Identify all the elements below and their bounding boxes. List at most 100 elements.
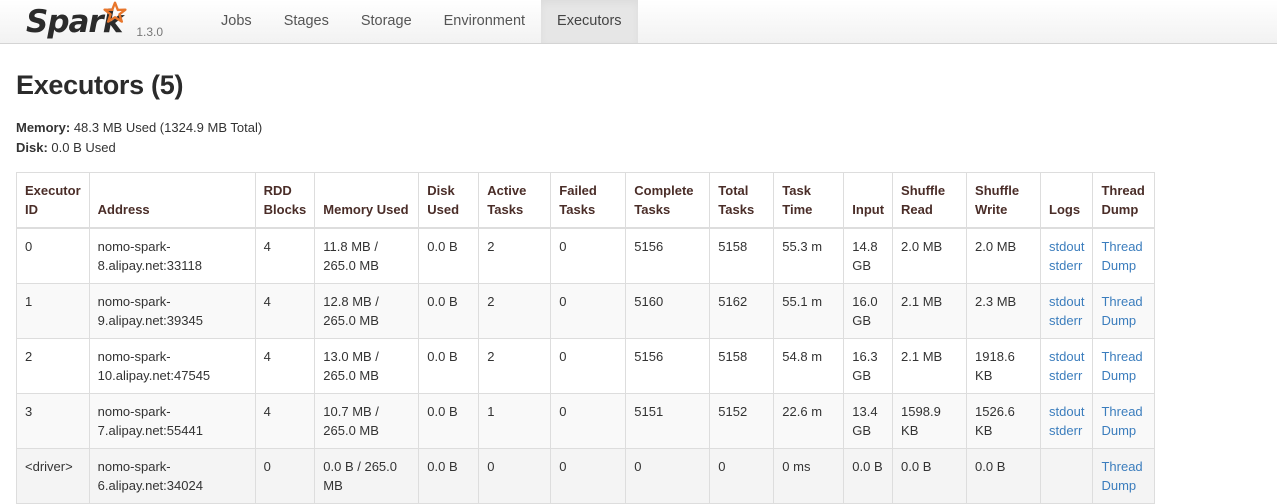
cell-total-tasks: 5158 [709, 338, 775, 394]
cell-failed-tasks: 0 [550, 227, 627, 284]
cell-executor-id: 3 [16, 393, 90, 449]
cell-memory-used: 11.8 MB / 265.0 MB [314, 227, 420, 284]
cell-input: 13.4 GB [843, 393, 894, 449]
cell-logs: stdout stderr [1040, 338, 1094, 394]
cell-disk-used: 0.0 B [418, 338, 480, 394]
log-link-stderr[interactable]: stderr [1049, 421, 1084, 440]
cell-memory-used: 10.7 MB / 265.0 MB [314, 393, 420, 449]
col-header-shuffle-write[interactable]: Shuffle Write [966, 172, 1042, 229]
table-row: 2 nomo-spark-10.alipay.net:47545 4 13.0 MB … [16, 338, 1156, 394]
col-header-total-tasks[interactable]: Total Tasks [709, 172, 775, 229]
cell-memory-used: 12.8 MB / 265.0 MB [314, 283, 420, 339]
col-header-complete-tasks[interactable]: Complete Tasks [625, 172, 711, 229]
page-title: Executors (5) [16, 70, 184, 100]
cell-complete-tasks: 0 [625, 448, 711, 504]
col-header-memory-used[interactable]: Memory Used [314, 172, 420, 229]
cell-rdd-blocks: 4 [254, 338, 316, 394]
cell-complete-tasks: 5156 [625, 338, 711, 394]
cell-thread-dump: Thread Dump [1092, 448, 1156, 504]
tab-jobs[interactable]: Jobs [205, 0, 268, 43]
cell-logs [1040, 448, 1094, 504]
log-link-stderr[interactable]: stderr [1049, 311, 1084, 330]
col-header-task-time[interactable]: Task Time [773, 172, 845, 229]
cell-shuffle-read: 2.0 MB [892, 227, 968, 284]
cell-rdd-blocks: 4 [254, 393, 316, 449]
cell-address: nomo-spark-7.alipay.net:55441 [88, 393, 256, 449]
cell-rdd-blocks: 4 [254, 283, 316, 339]
thread-dump-link[interactable]: Thread Dump [1101, 404, 1142, 438]
cell-shuffle-write: 2.0 MB [966, 227, 1042, 284]
thread-dump-link[interactable]: Thread Dump [1101, 239, 1142, 273]
executors-table: Executor ID Address RDD Blocks Memory Us… [16, 172, 1156, 504]
page-content: Executors (5) Memory: 48.3 MB Used (1324… [0, 70, 1277, 504]
memory-summary: Memory: 48.3 MB Used (1324.9 MB Total) [16, 118, 1261, 138]
cell-shuffle-write: 0.0 B [966, 448, 1042, 504]
cell-active-tasks: 1 [478, 393, 552, 449]
log-link-stderr[interactable]: stderr [1049, 256, 1084, 275]
thread-dump-link[interactable]: Thread Dump [1101, 349, 1142, 383]
cell-thread-dump: Thread Dump [1092, 283, 1156, 339]
log-link-stdout[interactable]: stdout [1049, 292, 1084, 311]
cell-address: nomo-spark-6.alipay.net:34024 [88, 448, 256, 504]
cell-active-tasks: 2 [478, 227, 552, 284]
tab-executors[interactable]: Executors [541, 0, 638, 43]
cell-rdd-blocks: 0 [254, 448, 316, 504]
cell-address: nomo-spark-9.alipay.net:39345 [88, 283, 256, 339]
cell-address: nomo-spark-8.alipay.net:33118 [88, 227, 256, 284]
table-header-row: Executor ID Address RDD Blocks Memory Us… [16, 172, 1156, 229]
cell-thread-dump: Thread Dump [1092, 338, 1156, 394]
cell-input: 0.0 B [843, 448, 894, 504]
thread-dump-link[interactable]: Thread Dump [1101, 459, 1142, 493]
table-head: Executor ID Address RDD Blocks Memory Us… [16, 172, 1156, 229]
cell-active-tasks: 2 [478, 338, 552, 394]
log-link-stderr[interactable]: stderr [1049, 366, 1084, 385]
cell-disk-used: 0.0 B [418, 448, 480, 504]
cell-disk-used: 0.0 B [418, 393, 480, 449]
col-header-failed-tasks[interactable]: Failed Tasks [550, 172, 627, 229]
col-header-thread-dump[interactable]: Thread Dump [1092, 172, 1156, 229]
cell-shuffle-write: 1918.6 KB [966, 338, 1042, 394]
tab-environment[interactable]: Environment [428, 0, 541, 43]
cell-thread-dump: Thread Dump [1092, 227, 1156, 284]
cell-executor-id: 1 [16, 283, 90, 339]
col-header-rdd-blocks[interactable]: RDD Blocks [254, 172, 316, 229]
cell-task-time: 0 ms [773, 448, 845, 504]
tab-storage[interactable]: Storage [345, 0, 428, 43]
col-header-logs[interactable]: Logs [1040, 172, 1094, 229]
cell-shuffle-read: 1598.9 KB [892, 393, 968, 449]
log-link-stdout[interactable]: stdout [1049, 347, 1084, 366]
cell-active-tasks: 0 [478, 448, 552, 504]
tab-stages[interactable]: Stages [268, 0, 345, 43]
cell-failed-tasks: 0 [550, 338, 627, 394]
cell-complete-tasks: 5160 [625, 283, 711, 339]
disk-summary: Disk: 0.0 B Used [16, 138, 1261, 158]
spark-logo: Spark [26, 0, 127, 43]
cell-input: 14.8 GB [843, 227, 894, 284]
cell-failed-tasks: 0 [550, 393, 627, 449]
col-header-shuffle-read[interactable]: Shuffle Read [892, 172, 968, 229]
col-header-active-tasks[interactable]: Active Tasks [478, 172, 552, 229]
cell-total-tasks: 5162 [709, 283, 775, 339]
cell-thread-dump: Thread Dump [1092, 393, 1156, 449]
col-header-executor-id[interactable]: Executor ID [16, 172, 90, 229]
cell-input: 16.0 GB [843, 283, 894, 339]
table-row: 3 nomo-spark-7.alipay.net:55441 4 10.7 MB /… [16, 393, 1156, 449]
cell-shuffle-write: 2.3 MB [966, 283, 1042, 339]
cell-executor-id: 2 [16, 338, 90, 394]
cell-shuffle-read: 2.1 MB [892, 283, 968, 339]
col-header-address[interactable]: Address [88, 172, 256, 229]
spark-logo-link[interactable]: Spark 1.3.0 [26, 0, 163, 43]
cell-logs: stdout stderr [1040, 393, 1094, 449]
cell-memory-used: 0.0 B / 265.0 MB [314, 448, 420, 504]
log-link-stdout[interactable]: stdout [1049, 237, 1084, 256]
col-header-disk-used[interactable]: Disk Used [418, 172, 480, 229]
cell-rdd-blocks: 4 [254, 227, 316, 284]
star-icon [103, 1, 127, 23]
table-row: <driver> nomo-spark-6.alipay.net:34024 0 0.… [16, 448, 1156, 504]
executor-summary: Memory: 48.3 MB Used (1324.9 MB Total) D… [16, 118, 1261, 158]
thread-dump-link[interactable]: Thread Dump [1101, 294, 1142, 328]
col-header-input[interactable]: Input [843, 172, 894, 229]
table-body: 0 nomo-spark-8.alipay.net:33118 4 11.8 MB /… [16, 227, 1156, 504]
cell-total-tasks: 5152 [709, 393, 775, 449]
log-link-stdout[interactable]: stdout [1049, 402, 1084, 421]
